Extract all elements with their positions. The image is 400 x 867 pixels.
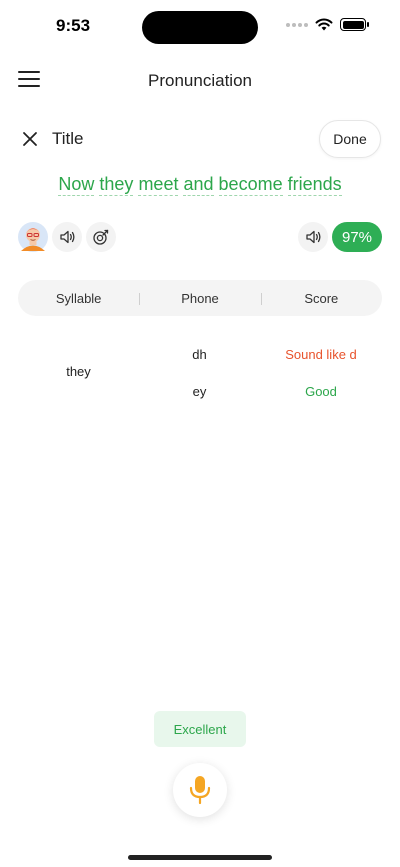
- speaker-icon[interactable]: [52, 222, 82, 252]
- playback-controls: 97%: [18, 221, 382, 253]
- wifi-icon: [315, 18, 333, 31]
- sentence-word[interactable]: and: [183, 174, 214, 196]
- phone-row: dh Sound like d: [139, 336, 382, 373]
- sentence-word[interactable]: become: [218, 174, 283, 196]
- column-header-score: Score: [260, 291, 382, 306]
- status-time: 9:53: [56, 16, 91, 35]
- practice-sentence: Now they meet and become friends: [0, 174, 400, 196]
- done-button[interactable]: Done: [319, 120, 381, 158]
- cellular-signal-icon: [286, 22, 308, 27]
- page-title: Pronunciation: [148, 71, 252, 90]
- status-icons: [286, 18, 369, 31]
- feedback-badge: Excellent: [154, 711, 246, 747]
- speaker-icon[interactable]: [298, 222, 328, 252]
- microphone-button[interactable]: [173, 763, 227, 817]
- phone-cell: ey: [192, 384, 207, 399]
- nav-bar: Pronunciation: [0, 60, 400, 102]
- table-row: they dh Sound like d ey Good: [18, 336, 382, 410]
- sentence-word[interactable]: meet: [138, 174, 179, 196]
- battery-icon: [340, 18, 369, 31]
- phone-row: ey Good: [139, 373, 382, 410]
- phone-cell: dh: [192, 347, 207, 362]
- table-header: Syllable Phone Score: [18, 280, 382, 316]
- close-icon[interactable]: [20, 129, 40, 149]
- dynamic-island: [142, 11, 258, 44]
- sentence-word[interactable]: friends: [287, 174, 342, 196]
- user-avatar[interactable]: [18, 221, 48, 253]
- section-title: Title: [52, 129, 84, 148]
- sentence-word[interactable]: Now: [58, 174, 95, 196]
- syllable-cell: they: [66, 364, 91, 379]
- title-row: Title Done: [0, 120, 400, 158]
- score-cell: Good: [305, 384, 337, 399]
- battery-level: [342, 20, 364, 29]
- status-bar: 9:53: [0, 0, 400, 54]
- home-indicator[interactable]: [128, 855, 272, 860]
- column-header-syllable: Syllable: [55, 290, 102, 306]
- overall-score-badge: 97%: [332, 222, 382, 252]
- column-header-phone: Phone: [139, 291, 260, 306]
- score-cell: Sound like d: [285, 347, 357, 362]
- record-playback-icon[interactable]: [86, 222, 116, 252]
- sentence-word[interactable]: they: [99, 174, 134, 196]
- microphone-icon: [189, 776, 211, 805]
